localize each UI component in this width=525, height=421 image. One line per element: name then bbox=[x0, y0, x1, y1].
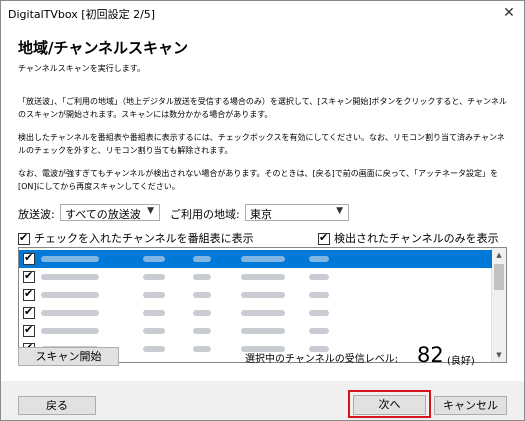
redacted-cell bbox=[41, 310, 99, 316]
redacted-cell bbox=[143, 274, 165, 280]
checkbox-icon[interactable] bbox=[318, 231, 330, 245]
redacted-cell bbox=[309, 274, 329, 280]
chevron-down-icon: ▼ bbox=[336, 206, 343, 216]
footer-bar: 戻る 次へ キャンセル bbox=[1, 381, 524, 420]
redacted-cell bbox=[241, 292, 285, 298]
chevron-down-icon: ▼ bbox=[147, 206, 154, 216]
signal-level-status: (良好) bbox=[447, 356, 475, 367]
redacted-cell bbox=[241, 274, 285, 280]
redacted-cell bbox=[143, 346, 165, 352]
region-select[interactable]: 東京 ▼ bbox=[245, 204, 349, 221]
scroll-down-icon[interactable]: ▼ bbox=[492, 348, 506, 362]
redacted-cell bbox=[41, 292, 99, 298]
redacted-cell bbox=[309, 328, 329, 334]
instruction-text: 「放送波」、「ご利用の地域」（地上デジタル放送を受信する場合のみ）を選択して、[… bbox=[18, 97, 507, 119]
redacted-cell bbox=[241, 310, 285, 316]
redacted-cell bbox=[193, 346, 211, 352]
checkbox-icon[interactable] bbox=[23, 323, 35, 337]
channel-row[interactable] bbox=[19, 250, 492, 268]
list-scrollbar[interactable]: ▲ ▼ bbox=[491, 248, 506, 362]
scan-start-button[interactable]: スキャン開始 bbox=[18, 347, 119, 366]
next-button-highlight bbox=[348, 390, 431, 418]
broadcast-label: 放送波: bbox=[18, 208, 55, 221]
close-icon[interactable]: ✕ bbox=[494, 1, 524, 25]
scroll-thumb[interactable] bbox=[494, 264, 504, 290]
redacted-cell bbox=[309, 292, 329, 298]
attenuator-note-text: なお、電波が強すぎてもチャンネルが検出されない場合があります。そのときは、[戻る… bbox=[18, 169, 498, 191]
region-label: ご利用の地域: bbox=[170, 208, 240, 221]
channel-row[interactable] bbox=[19, 268, 492, 286]
detected-only-label: 検出されたチャンネルのみを表示 bbox=[334, 232, 499, 245]
redacted-cell bbox=[41, 256, 99, 262]
show-in-guide-label: チェックを入れたチャンネルを番組表に表示 bbox=[34, 232, 254, 245]
redacted-cell bbox=[309, 310, 329, 316]
redacted-cell bbox=[41, 328, 99, 334]
redacted-cell bbox=[193, 256, 211, 262]
scroll-up-icon[interactable]: ▲ bbox=[492, 248, 506, 262]
title-bar: DigitalTVbox [初回設定 2/5] ✕ bbox=[1, 1, 524, 25]
broadcast-select[interactable]: すべての放送波 ▼ bbox=[60, 204, 160, 221]
redacted-cell bbox=[143, 310, 165, 316]
channel-row[interactable] bbox=[19, 304, 492, 322]
checkbox-icon[interactable] bbox=[23, 287, 35, 301]
intro-text: チャンネルスキャンを実行します。 bbox=[18, 64, 145, 73]
content-area: 地域/チャンネルスキャン チャンネルスキャンを実行します。 「放送波」、「ご利用… bbox=[1, 25, 524, 381]
checkbox-icon[interactable] bbox=[23, 305, 35, 319]
signal-level-value: 82 bbox=[417, 343, 444, 367]
checkbox-note-text: 検出したチャンネルを番組表や番組表に表示するには、チェックボックスを有効にしてく… bbox=[18, 133, 505, 155]
cancel-button[interactable]: キャンセル bbox=[434, 396, 507, 415]
redacted-cell bbox=[143, 256, 165, 262]
checkbox-icon[interactable] bbox=[18, 231, 30, 245]
region-select-value: 東京 bbox=[250, 208, 272, 221]
checkbox-icon[interactable] bbox=[23, 251, 35, 265]
show-in-guide-toggle[interactable]: チェックを入れたチャンネルを番組表に表示 bbox=[18, 230, 254, 246]
redacted-cell bbox=[241, 328, 285, 334]
back-button[interactable]: 戻る bbox=[18, 396, 96, 415]
redacted-cell bbox=[193, 292, 211, 298]
page-title: 地域/チャンネルスキャン bbox=[18, 39, 189, 57]
setup-window: DigitalTVbox [初回設定 2/5] ✕ 地域/チャンネルスキャン チ… bbox=[0, 0, 525, 421]
redacted-cell bbox=[143, 292, 165, 298]
redacted-cell bbox=[193, 274, 211, 280]
signal-level-label: 選択中のチャンネルの受信レベル: bbox=[245, 354, 399, 365]
detected-only-toggle[interactable]: 検出されたチャンネルのみを表示 bbox=[318, 230, 499, 246]
broadcast-select-value: すべての放送波 bbox=[65, 208, 141, 221]
redacted-cell bbox=[193, 328, 211, 334]
checkbox-icon[interactable] bbox=[23, 269, 35, 283]
channel-row[interactable] bbox=[19, 322, 492, 340]
channel-row[interactable] bbox=[19, 286, 492, 304]
redacted-cell bbox=[143, 328, 165, 334]
redacted-cell bbox=[41, 274, 99, 280]
redacted-cell bbox=[241, 256, 285, 262]
window-title: DigitalTVbox [初回設定 2/5] bbox=[8, 8, 156, 21]
redacted-cell bbox=[193, 310, 211, 316]
redacted-cell bbox=[309, 256, 329, 262]
